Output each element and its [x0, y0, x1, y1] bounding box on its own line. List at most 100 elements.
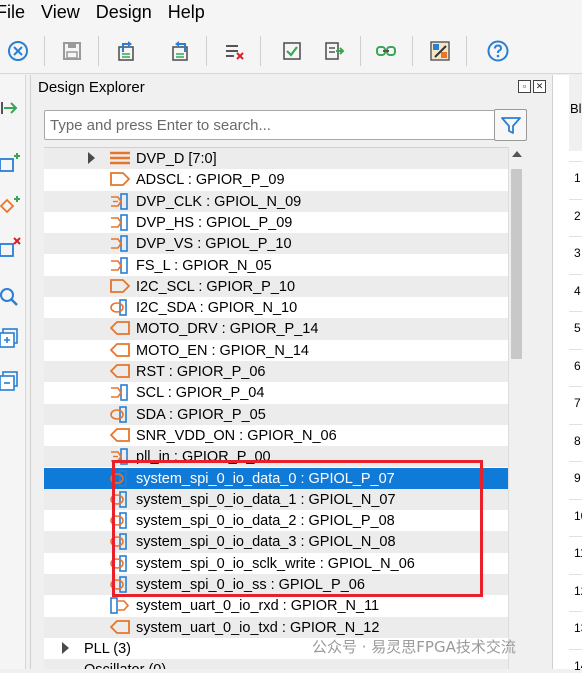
tree-row-label: FS_L : GPIOR_N_05 — [136, 257, 272, 274]
tree-row[interactable]: system_spi_0_io_ss : GPIOL_P_06 — [44, 574, 510, 596]
output-port-icon — [110, 278, 131, 295]
tree-row[interactable]: I2C_SCL : GPIOR_P_10 — [44, 275, 510, 298]
block-table-row-number: 12 — [574, 583, 582, 598]
tree-row-label: DVP_CLK : GPIOL_N_09 — [136, 193, 302, 210]
tree-row[interactable]: RST : GPIOR_P_06 — [44, 361, 510, 383]
tree-row-label: system_spi_0_io_data_0 : GPIOL_P_07 — [136, 470, 395, 487]
tree-row[interactable]: DVP_D [7:0] — [44, 148, 510, 170]
menu-design[interactable]: Design — [88, 0, 160, 24]
tree-row[interactable]: I2C_SDA : GPIOR_N_10 — [44, 297, 510, 318]
tree-row-label: MOTO_DRV : GPIOR_P_14 — [136, 321, 319, 338]
import-icon[interactable] — [168, 39, 192, 63]
expand-all-icon[interactable] — [0, 327, 22, 349]
add-block-icon[interactable] — [0, 97, 22, 119]
float-panel-button[interactable]: ▫ — [518, 80, 531, 93]
block-table-row-number: 14 — [574, 658, 582, 673]
tree-row-label: SCL : GPIOR_P_04 — [136, 385, 265, 402]
block-table-row-number: 11 — [574, 546, 582, 560]
output-left-port-icon — [109, 342, 130, 359]
block-table-row-number: 6 — [574, 358, 581, 373]
tree-row[interactable]: DVP_CLK : GPIOL_N_09 — [44, 190, 510, 212]
tree-row[interactable]: MOTO_DRV : GPIOR_P_14 — [44, 318, 510, 340]
expand-arrow-icon[interactable] — [62, 641, 69, 654]
tree-row[interactable]: system_uart_0_io_rxd : GPIOR_N_11 — [44, 595, 510, 616]
tree-row-label: Oscillator (0) — [84, 661, 166, 669]
tree-row[interactable]: system_spi_0_io_data_1 : GPIOL_N_07 — [44, 488, 510, 511]
search-input[interactable] — [44, 110, 516, 140]
expand-arrow-icon[interactable] — [88, 152, 95, 164]
tree-row[interactable]: system_spi_0_io_sclk_write : GPIOL_N_06 — [44, 553, 510, 574]
tree-row-label: pll_in : GPIOR_P_00 — [136, 449, 271, 466]
tree-row[interactable]: SCL : GPIOR_P_04 — [44, 382, 510, 403]
tree-row[interactable]: SNR_VDD_ON : GPIOR_N_06 — [44, 425, 510, 446]
run-icon[interactable] — [322, 39, 346, 63]
delete-icon[interactable] — [222, 39, 246, 63]
clock-port-icon — [110, 448, 128, 465]
tree-row[interactable]: DVP_HS : GPIOL_P_09 — [44, 212, 510, 233]
block-table-row-number: 13 — [574, 621, 582, 635]
block-table-panel: Bl 1234567891011121314 — [552, 75, 582, 673]
export-icon[interactable] — [114, 39, 138, 63]
help-icon[interactable] — [486, 39, 510, 63]
input-port-icon — [110, 235, 128, 252]
block-table-row-number: 10 — [574, 508, 582, 523]
tree-row-label: PLL (3) — [84, 640, 132, 657]
tree-row[interactable]: DVP_VS : GPIOL_P_10 — [44, 233, 510, 255]
output-port-icon — [110, 171, 131, 188]
toolbar — [0, 24, 582, 74]
edit-icon[interactable] — [428, 39, 452, 63]
output-left-port-icon — [109, 427, 130, 444]
tree-row-label: I2C_SCL : GPIOR_P_10 — [136, 278, 296, 295]
menu-help[interactable]: Help — [160, 0, 213, 24]
tree-row[interactable]: system_uart_0_io_txd : GPIOR_N_12 — [44, 616, 510, 638]
block-table-row-number: 5 — [574, 321, 581, 335]
tree-row[interactable]: pll_in : GPIOR_P_00 — [44, 446, 510, 468]
remove-instance-icon[interactable] — [0, 237, 22, 259]
input-port-icon — [110, 214, 128, 231]
scrollbar-thumb[interactable] — [511, 169, 522, 359]
scroll-up-arrow-icon[interactable] — [512, 151, 522, 157]
save-icon[interactable] — [60, 39, 84, 63]
inout-port-icon — [110, 533, 128, 551]
add-instance-icon[interactable] — [0, 152, 22, 174]
output-left-port-icon — [109, 619, 130, 636]
tree-row[interactable]: SDA : GPIOR_P_05 — [44, 403, 510, 425]
design-tree[interactable]: DVP_D [7:0] ADSCL : GPIOR_P_09 DVP_CLK : G… — [44, 147, 524, 669]
output-left-port-icon — [109, 363, 130, 380]
tree-row[interactable]: system_spi_0_io_data_3 : GPIOL_N_08 — [44, 531, 510, 553]
tree-row-label: system_spi_0_io_sclk_write : GPIOL_N_06 — [136, 555, 415, 572]
collapse-all-icon[interactable] — [0, 370, 22, 392]
tree-row-label: system_uart_0_io_rxd : GPIOR_N_11 — [136, 598, 380, 615]
tree-row[interactable]: ADSCL : GPIOR_P_09 — [44, 169, 510, 190]
link-icon[interactable] — [374, 39, 398, 63]
filter-button[interactable] — [494, 109, 527, 141]
tree-row[interactable]: FS_L : GPIOR_N_05 — [44, 255, 510, 276]
menu-file[interactable]: File — [0, 0, 33, 24]
inout-port-icon — [110, 554, 128, 572]
tree-row-label: system_spi_0_io_data_2 : GPIOL_P_08 — [136, 513, 395, 530]
input-port-icon — [110, 256, 128, 274]
tree-row[interactable]: system_spi_0_io_data_2 : GPIOL_P_08 — [44, 510, 510, 531]
tree-row-label: I2C_SDA : GPIOR_N_10 — [136, 300, 298, 317]
close-circle-icon[interactable] — [6, 39, 30, 63]
watermark: 公众号 · 易灵思FPGA技术交流 — [312, 638, 516, 656]
add-diamond-icon[interactable] — [0, 195, 22, 217]
input-port-icon — [110, 384, 128, 402]
left-tool-strip — [0, 75, 26, 669]
search-icon[interactable] — [0, 287, 22, 309]
tree-row-label: system_spi_0_io_data_3 : GPIOL_N_08 — [136, 534, 396, 551]
clock-port-icon — [110, 192, 128, 210]
menu-bar: File View Design Help — [0, 0, 582, 24]
inout-port-icon — [110, 512, 128, 529]
output-left-port-icon — [109, 320, 130, 337]
tree-row-label: ADSCL : GPIOR_P_09 — [136, 172, 285, 189]
menu-view[interactable]: View — [33, 0, 88, 24]
tree-scrollbar[interactable] — [508, 147, 524, 669]
tree-row[interactable]: Oscillator (0) — [44, 659, 510, 669]
tree-row[interactable]: system_spi_0_io_data_0 : GPIOL_P_07 — [44, 467, 510, 489]
block-table-row-number: 8 — [574, 433, 581, 448]
close-panel-button[interactable]: ✕ — [533, 80, 546, 93]
tree-row[interactable]: MOTO_EN : GPIOR_N_14 — [44, 340, 510, 361]
check-icon[interactable] — [280, 39, 304, 63]
design-explorer-panel: Design Explorer ▫ ✕ DVP_D [7:0] ADSCL : G… — [30, 75, 550, 669]
